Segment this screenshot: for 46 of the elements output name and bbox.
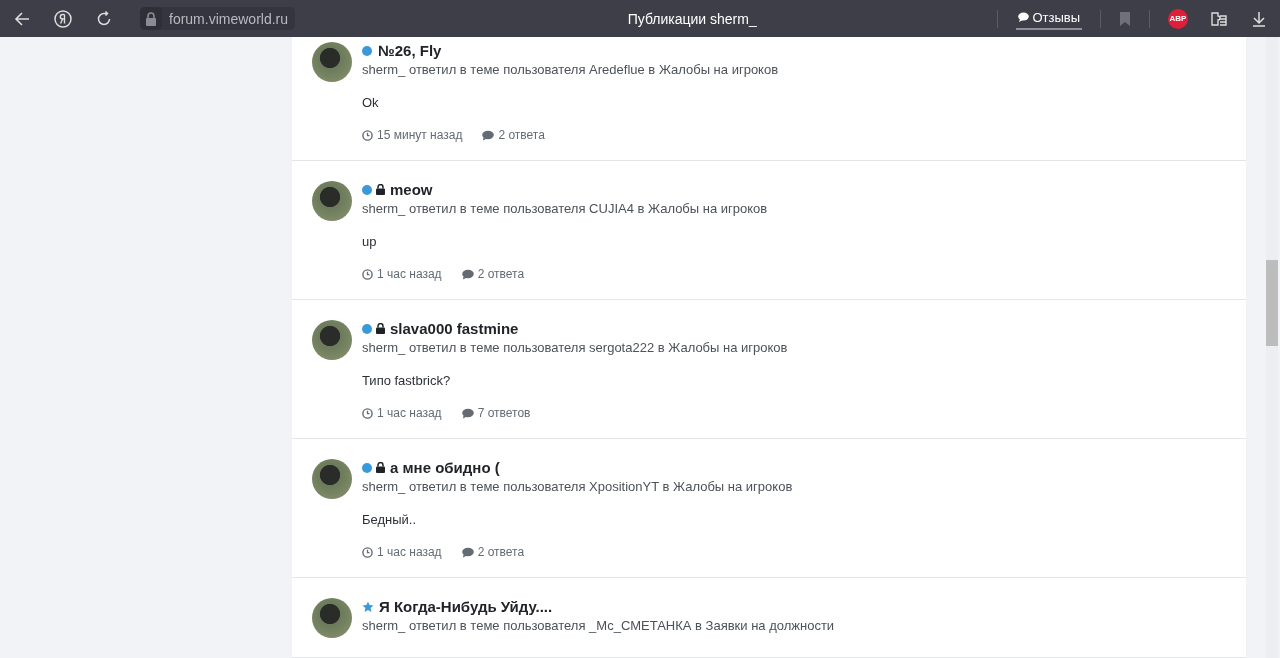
clock-icon <box>362 407 373 419</box>
post-time: 1 час назад <box>377 406 442 420</box>
avatar[interactable] <box>312 320 352 360</box>
topic-title[interactable]: а мне обидно ( <box>390 459 500 476</box>
download-icon[interactable] <box>1252 10 1266 27</box>
back-icon[interactable] <box>14 10 30 27</box>
topic-title[interactable]: slava000 fastmine <box>390 320 519 337</box>
speech-bubble-icon <box>1018 12 1030 22</box>
lock-icon[interactable] <box>145 11 157 26</box>
feedback-button[interactable]: Отзывы <box>1016 7 1082 30</box>
clock-icon <box>362 546 373 558</box>
extension-icon[interactable] <box>1210 9 1228 28</box>
post-summary: sherm_ ответил в теме пользователя XpositionYT в Жалобы на игроков <box>362 479 793 494</box>
post-text: up <box>362 234 378 249</box>
avatar[interactable] <box>312 181 352 221</box>
post-summary: sherm_ ответил в теме пользователя _Mc_СМЕТАНКА в Заявки на должности <box>362 618 835 633</box>
post-time: 1 час назад <box>377 267 442 281</box>
adblock-icon[interactable]: ABP <box>1168 8 1188 29</box>
clock-icon <box>362 129 373 141</box>
comment-icon <box>461 268 474 280</box>
post-time: 15 минут назад <box>377 128 463 142</box>
scrollbar-thumb[interactable] <box>1266 260 1278 346</box>
reload-icon[interactable] <box>96 10 112 27</box>
topic-title[interactable]: №26, Fly <box>378 42 442 59</box>
topic-title[interactable]: Я Когда-Нибудь Уйду.... <box>379 598 553 615</box>
post-text: Бедный.. <box>362 512 418 527</box>
comment-icon <box>461 407 474 419</box>
post-text: Типо fastbrick? <box>362 373 452 388</box>
comment-icon <box>461 546 474 558</box>
avatar[interactable] <box>312 42 352 82</box>
reply-count[interactable]: 7 ответов <box>477 406 531 420</box>
reply-count[interactable]: 2 ответа <box>477 545 525 559</box>
post-summary: sherm_ ответил в теме пользователя sergota222 в Жалобы на игроков <box>362 340 788 355</box>
reply-count[interactable]: 2 ответа <box>477 267 525 281</box>
avatar[interactable] <box>312 459 352 499</box>
topic-title[interactable]: meow <box>390 181 433 198</box>
clock-icon <box>362 268 373 280</box>
comment-icon <box>482 129 495 141</box>
avatar[interactable] <box>312 598 352 638</box>
post-time: 1 час назад <box>377 545 442 559</box>
circle-letter-icon[interactable] <box>54 9 72 28</box>
post-text: Ok <box>362 95 380 110</box>
post-summary: sherm_ ответил в теме пользователя CUJIA4 в Жалобы на игроков <box>362 201 768 216</box>
post-summary: sherm_ ответил в теме пользователя Aredeflue в Жалобы на игроков <box>362 62 779 77</box>
reply-count[interactable]: 2 ответа <box>498 128 545 142</box>
page-title: Публикации sherm_ <box>626 10 758 27</box>
